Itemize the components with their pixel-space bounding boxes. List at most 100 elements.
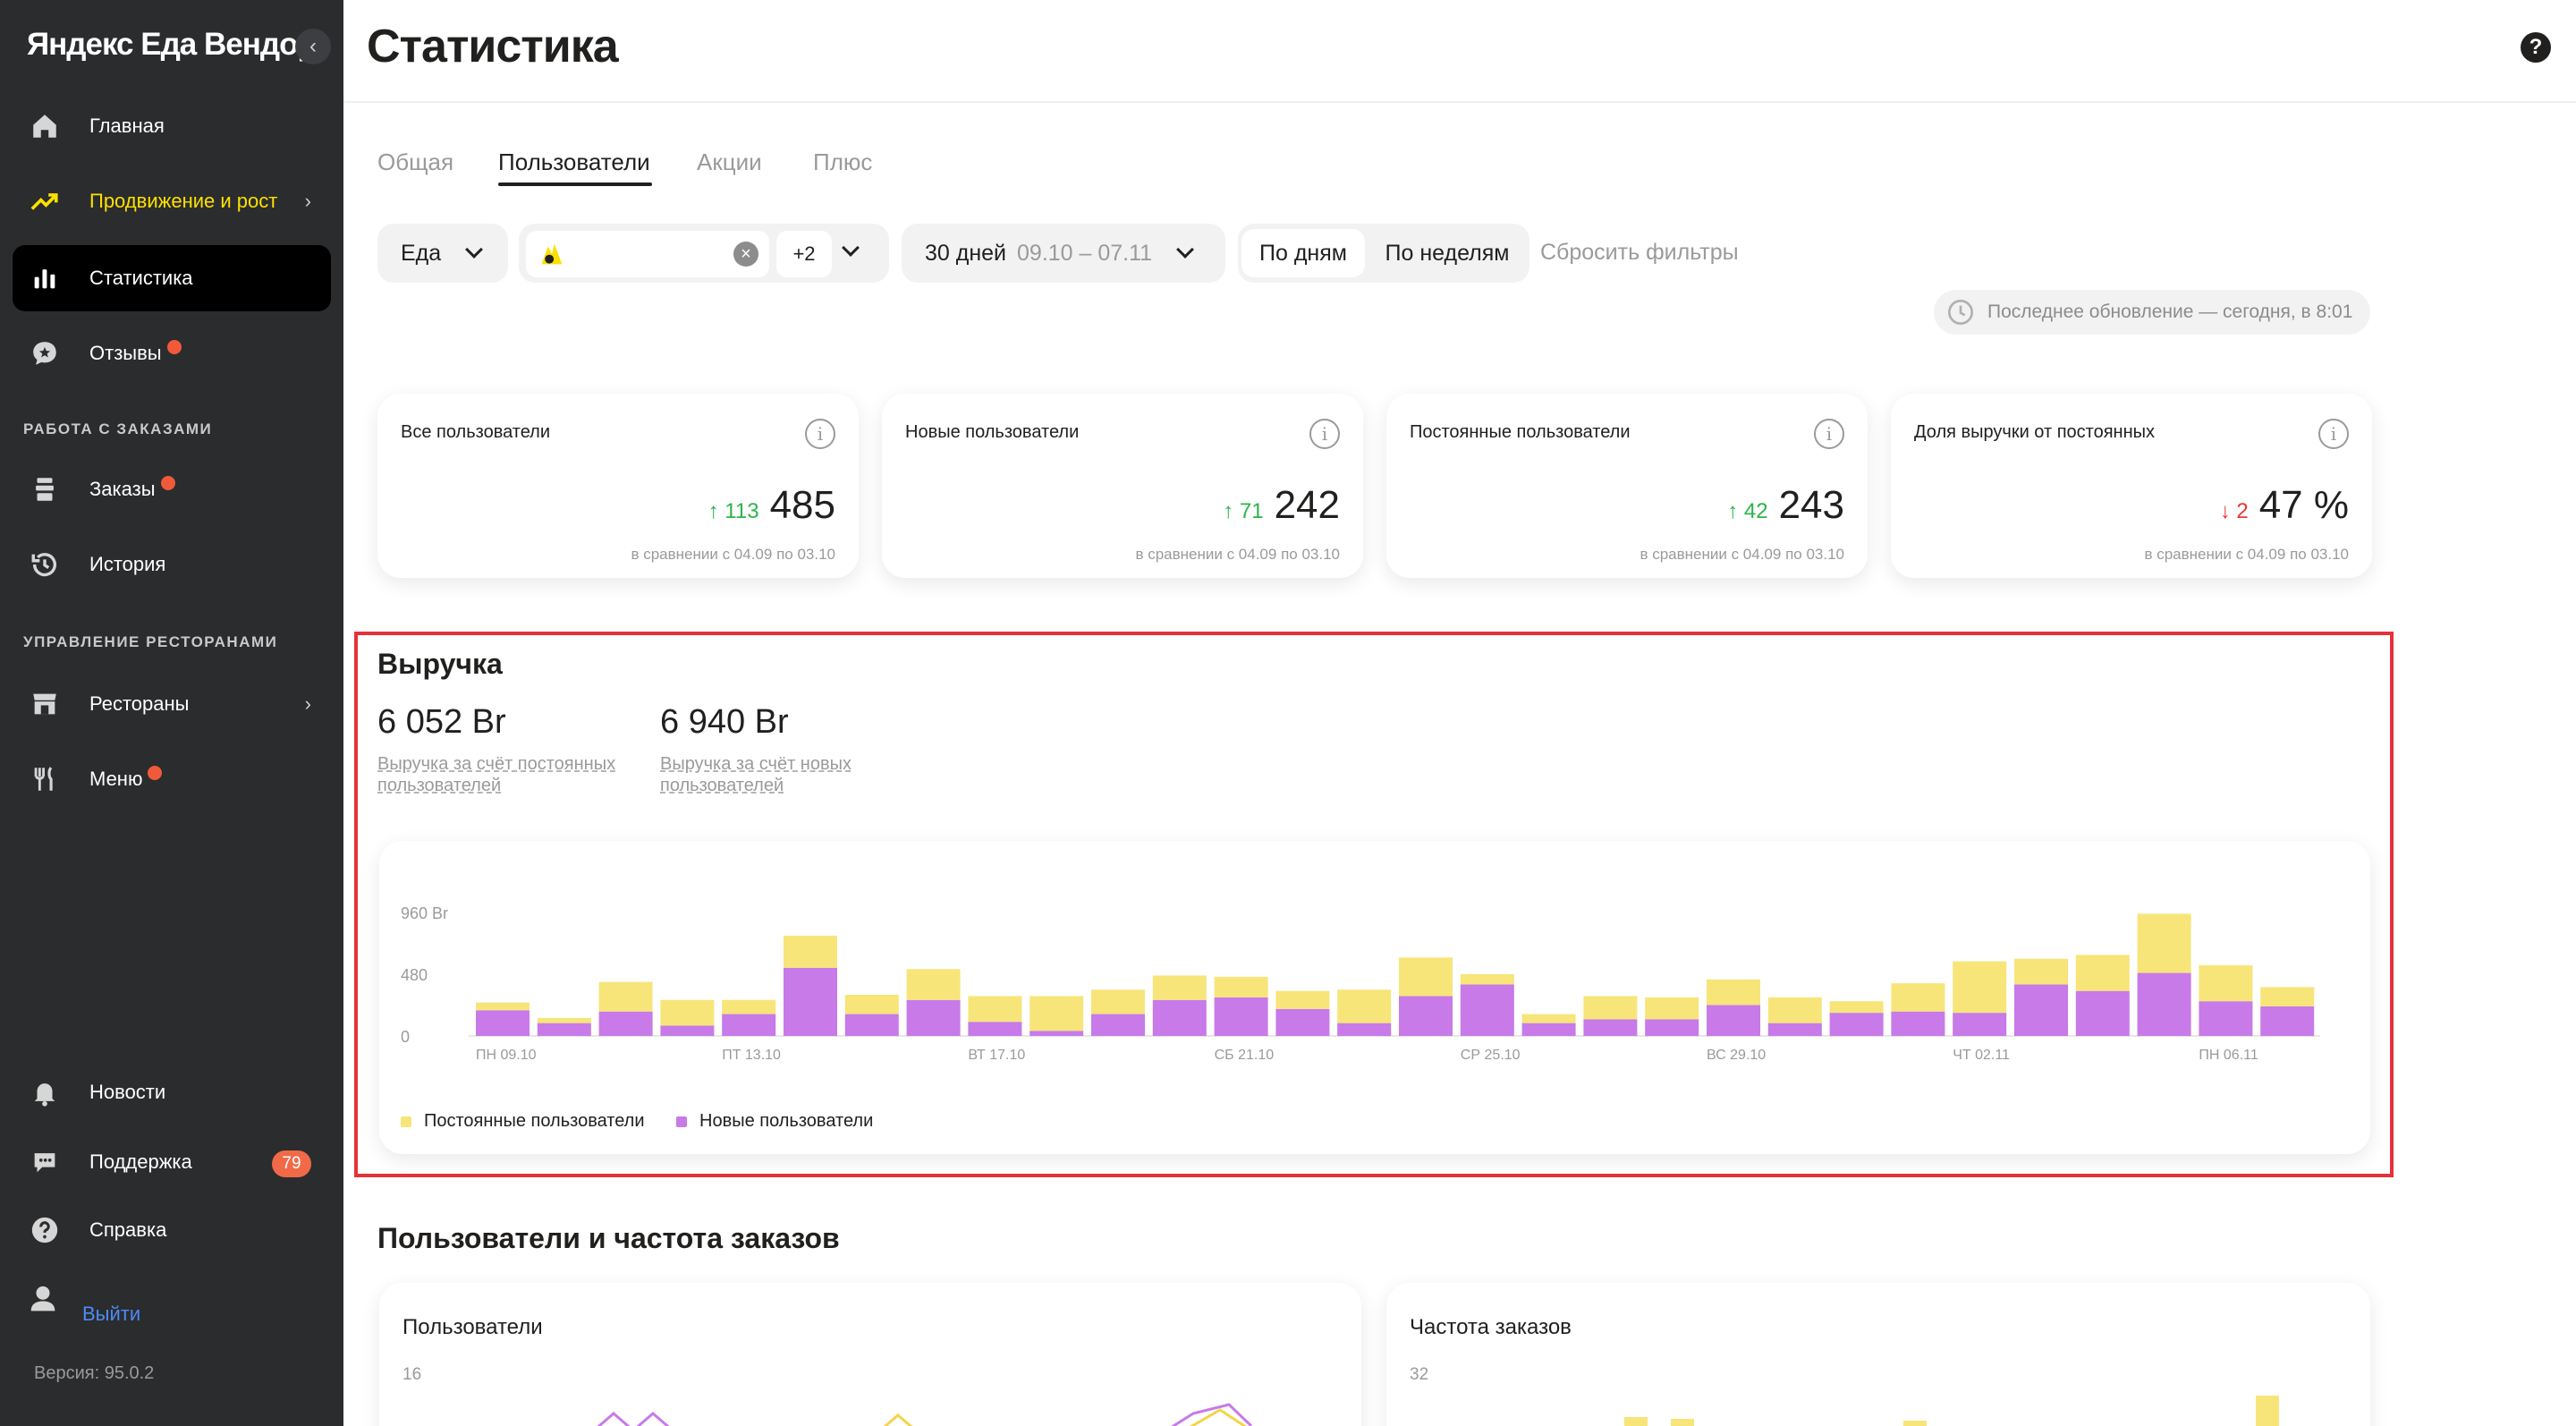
logout-link[interactable]: Выйти [82,1303,140,1326]
bar-regular-users[interactable] [1645,997,1699,1020]
bar-regular-users[interactable] [1460,974,1514,985]
bar-regular-users[interactable] [476,1002,530,1011]
bar-regular-users[interactable] [1891,983,1945,1012]
help-button[interactable]: ? [2521,32,2551,63]
collapse-sidebar-button[interactable]: ‹ [295,29,331,64]
nav-item-history[interactable]: История [13,531,331,598]
clear-selection-icon[interactable]: × [733,242,758,267]
bar-new-users[interactable] [784,967,837,1036]
bar-new-users[interactable] [660,1025,715,1037]
nav-item-support[interactable]: Поддержка 79 [13,1129,331,1195]
bar-new-users[interactable] [1030,1031,1084,1036]
legend-item-regular[interactable]: Постоянные пользователи [401,1111,645,1132]
bar-new-users[interactable] [1829,1013,1884,1036]
bar-new-users[interactable] [1091,1014,1145,1036]
nav-item-reviews[interactable]: Отзывы [13,320,331,386]
bar-regular-users[interactable] [598,981,653,1012]
bar-regular-users[interactable] [1275,990,1330,1009]
bar-new-users[interactable] [1460,984,1514,1037]
restaurant-chip[interactable]: × [526,231,769,277]
service-value: Еда [401,240,442,266]
bar-regular-users[interactable] [660,999,715,1026]
bar-regular-users[interactable] [844,995,899,1014]
bar-new-users[interactable] [537,1023,591,1036]
bar-new-users[interactable] [2014,984,2068,1037]
bar-regular-users[interactable] [1399,957,1453,997]
bar-regular-users[interactable] [2075,955,2130,991]
by-days-button[interactable]: По дням [1241,229,1365,277]
bar-new-users[interactable] [598,1011,653,1036]
bar-regular-users[interactable] [1767,997,1822,1023]
info-icon[interactable]: i [1814,419,1844,449]
bar-regular-users[interactable] [2260,987,2315,1006]
tab-plus[interactable]: Плюс [813,149,872,176]
bar-regular-users[interactable] [1707,979,1760,1006]
bar-new-users[interactable] [476,1010,530,1036]
legend-item-new[interactable]: Новые пользователи [676,1111,873,1132]
bar-new-users[interactable] [722,1014,776,1036]
bar-new-users[interactable] [2260,1006,2315,1036]
info-icon[interactable]: i [2318,419,2349,449]
header-divider [343,101,2576,103]
nav-item-news[interactable]: Новости [13,1059,331,1125]
bar-regular-users[interactable] [1521,1014,1576,1023]
y-tick-label: 480 [401,966,428,984]
bar-new-users[interactable] [1521,1023,1576,1036]
nav-item-help[interactable]: Справка [13,1197,331,1263]
bar-new-users[interactable] [2137,972,2191,1036]
bar-new-users[interactable] [968,1022,1022,1036]
tab-promotions[interactable]: Акции [697,149,762,176]
bar-regular-users[interactable] [968,996,1022,1023]
app-logo[interactable]: Яндекс Еда Вендор [27,27,317,63]
bar-regular-users[interactable] [722,999,776,1014]
bar-new-users[interactable] [1337,1023,1392,1036]
bar-regular-users[interactable] [2199,964,2253,1002]
nav-label: Статистика [89,267,193,289]
bar-regular-users[interactable] [2137,913,2191,973]
bar-regular-users[interactable] [2014,958,2068,985]
info-icon[interactable]: i [805,419,835,449]
bar-regular-users[interactable] [1337,989,1392,1023]
bar-new-users[interactable] [1707,1005,1760,1037]
nav-item-promotion[interactable]: Продвижение и рост › [13,168,331,234]
page-title: Статистика [367,21,619,72]
bar-regular-users[interactable] [1091,989,1145,1014]
bar-new-users[interactable] [2075,990,2130,1036]
bar-new-users[interactable] [906,999,961,1036]
bar-new-users[interactable] [1953,1013,2007,1036]
more-restaurants-chip[interactable]: +2 [776,231,832,277]
info-icon[interactable]: i [1309,419,1340,449]
reset-filters-link[interactable]: Сбросить фильтры [1540,240,1739,266]
tab-general[interactable]: Общая [377,149,453,176]
bar-new-users[interactable] [1645,1019,1699,1036]
bar-regular-users[interactable] [1953,961,2007,1014]
bar-regular-users[interactable] [1214,976,1268,997]
new-revenue-label[interactable]: Выручка за счёт новых пользователей [660,753,919,796]
bar-regular-users[interactable] [1152,975,1207,1000]
bar-regular-users[interactable] [906,969,961,1000]
bar-new-users[interactable] [1891,1011,1945,1036]
bar-new-users[interactable] [1767,1023,1822,1036]
period-select[interactable]: 30 дней 09.10 – 07.11 [902,224,1225,283]
nav-item-orders[interactable]: Заказы [13,456,331,522]
nav-item-home[interactable]: Главная [13,93,331,159]
bar-new-users[interactable] [1214,997,1268,1036]
bar-regular-users[interactable] [1583,996,1638,1020]
nav-item-restaurants[interactable]: Рестораны › [13,671,331,737]
by-weeks-button[interactable]: По неделям [1368,229,1526,277]
bar-new-users[interactable] [1275,1008,1330,1036]
bar-regular-users[interactable] [537,1017,591,1023]
nav-item-menu[interactable]: Меню [13,746,331,812]
bar-regular-users[interactable] [784,935,837,968]
bar-new-users[interactable] [1583,1019,1638,1036]
nav-item-statistics[interactable]: Статистика [13,245,331,311]
bar-new-users[interactable] [844,1014,899,1036]
bar-regular-users[interactable] [1030,996,1084,1031]
service-select[interactable]: Еда [377,224,508,283]
bar-new-users[interactable] [1399,996,1453,1036]
bar-new-users[interactable] [2199,1001,2253,1036]
regular-revenue-label[interactable]: Выручка за счёт постоянных пользователей [377,753,637,796]
bar-new-users[interactable] [1152,999,1207,1036]
bar-regular-users[interactable] [1829,1001,1884,1014]
tab-users[interactable]: Пользователи [498,149,650,176]
